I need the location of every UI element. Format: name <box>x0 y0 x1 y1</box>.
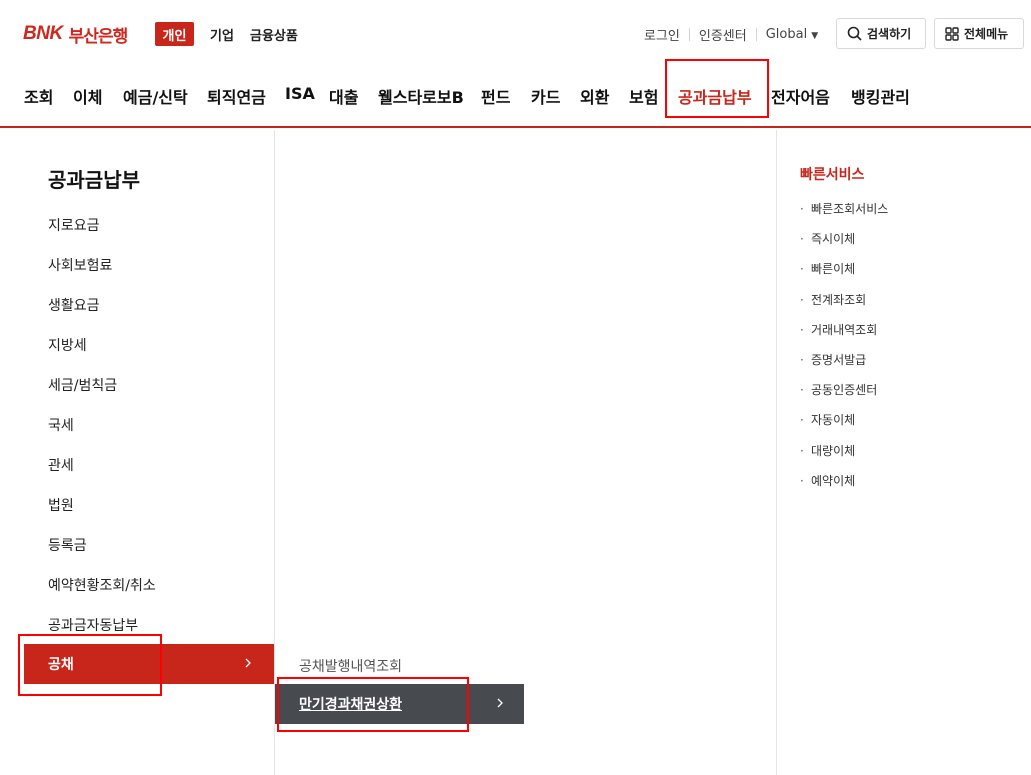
bullet: · <box>800 353 804 367</box>
quick-item-label: 증명서발급 <box>811 353 867 367</box>
gnb-item-pension[interactable]: 퇴직연금 <box>207 84 266 108</box>
quick-service-title: 빠른서비스 <box>800 167 865 183</box>
grid-icon <box>945 26 959 41</box>
quick-item-label: 대량이체 <box>811 444 856 458</box>
gnb-item-insurance[interactable]: 보험 <box>629 84 658 108</box>
segment-personal[interactable]: 개인 <box>155 22 194 46</box>
divider <box>688 27 690 41</box>
sidebar-item-local-tax[interactable]: 지방세 <box>48 335 87 355</box>
gnb-item-e-bill[interactable]: 전자어음 <box>771 84 830 108</box>
gnb-item-fund[interactable]: 펀드 <box>481 84 510 108</box>
login-link[interactable]: 로그인 <box>644 25 680 44</box>
caret-down-icon: ▼ <box>811 30 819 41</box>
quick-item-label: 공동인증센터 <box>811 383 878 397</box>
all-menu-button[interactable]: 전체메뉴 <box>934 18 1024 49</box>
submenu-item-bond-history[interactable]: 공채발행내역조회 <box>299 656 402 676</box>
logo-bank-name: 부산은행 <box>68 26 129 47</box>
gnb-item-loan[interactable]: 대출 <box>329 84 358 108</box>
quick-item-joint-cert[interactable]: · 공동인증센터 <box>800 381 877 398</box>
quick-item-fast-transfer[interactable]: · 빠른이체 <box>800 260 855 277</box>
quick-item-label: 즉시이체 <box>811 232 856 246</box>
bullet: · <box>800 293 804 307</box>
quick-item-all-accounts[interactable]: · 전계좌조회 <box>800 291 866 308</box>
gnb-item-banking-mgmt[interactable]: 뱅킹관리 <box>851 84 910 108</box>
global-link[interactable]: Global ▼ <box>766 27 818 42</box>
quick-item-instant-transfer[interactable]: · 즉시이체 <box>800 230 855 247</box>
bullet: · <box>800 413 804 427</box>
gnb-item-card[interactable]: 카드 <box>531 84 560 108</box>
sidebar-title: 공과금납부 <box>48 168 140 192</box>
bullet: · <box>800 232 804 246</box>
gnb-item-transfer[interactable]: 이체 <box>73 84 102 108</box>
bullet: · <box>800 383 804 397</box>
gnb-item-public-payment[interactable]: 공과금납부 <box>678 84 752 108</box>
chevron-right-icon <box>244 656 252 670</box>
submenu-item-label: 만기경과채권상환 <box>299 697 403 713</box>
quick-item-certificate[interactable]: · 증명서발급 <box>800 351 866 368</box>
global-label: Global <box>765 26 808 42</box>
segment-corporate[interactable]: 기업 <box>210 22 234 46</box>
chevron-right-icon <box>496 696 504 710</box>
sidebar-item-national-tax[interactable]: 국세 <box>48 415 74 435</box>
cert-center-link[interactable]: 인증센터 <box>699 25 747 44</box>
sidebar-item-label: 공채 <box>48 657 74 673</box>
quick-item-label: 예약이체 <box>811 474 856 488</box>
quick-item-label: 자동이체 <box>811 413 856 427</box>
gnb-item-deposit[interactable]: 예금/신탁 <box>123 84 188 108</box>
sidebar-item-social-ins[interactable]: 사회보험료 <box>48 255 112 275</box>
quick-item-label: 빠른이체 <box>811 262 856 276</box>
quick-item-fast-inquiry[interactable]: · 빠른조회서비스 <box>800 200 888 217</box>
all-menu-label: 전체메뉴 <box>964 27 1009 41</box>
search-button-label: 검색하기 <box>867 27 912 41</box>
gnb-item-inquiry[interactable]: 조회 <box>24 84 53 108</box>
bullet: · <box>800 323 804 337</box>
sidebar-item-utility[interactable]: 생활요금 <box>48 295 100 315</box>
bullet: · <box>800 474 804 488</box>
search-icon <box>847 26 862 41</box>
column-divider <box>776 130 777 775</box>
gnb-item-isa[interactable]: ISA <box>285 84 315 103</box>
search-button[interactable]: 검색하기 <box>836 18 926 49</box>
gnb-item-forex[interactable]: 외환 <box>580 84 609 108</box>
sidebar-item-tuition[interactable]: 등록금 <box>48 535 87 555</box>
sidebar-item-giro[interactable]: 지로요금 <box>48 215 100 235</box>
bullet: · <box>800 444 804 458</box>
submenu-item-matured-bond-redemption[interactable]: 만기경과채권상환 <box>275 684 524 724</box>
quick-item-scheduled-transfer[interactable]: · 예약이체 <box>800 472 855 489</box>
main-navigation: 조회 이체 예금/신탁 퇴직연금 ISA 대출 웰스타로보B 펀드 카드 외환 … <box>0 68 1031 128</box>
quick-item-label: 거래내역조회 <box>811 323 878 337</box>
bullet: · <box>800 262 804 276</box>
bullet: · <box>800 202 804 216</box>
top-bar: BNK 부산은행 개인 기업 금융상품 로그인 인증센터 Global ▼ 검색하… <box>0 0 1031 68</box>
quick-item-transactions[interactable]: · 거래내역조회 <box>800 321 877 338</box>
quick-item-label: 빠른조회서비스 <box>811 202 889 216</box>
segment-products[interactable]: 금융상품 <box>250 22 298 46</box>
bnk-logo[interactable]: BNK 부산은행 <box>23 22 129 47</box>
sidebar-item-court[interactable]: 법원 <box>48 495 74 515</box>
sidebar-item-tax-fine[interactable]: 세금/범칙금 <box>48 375 117 395</box>
sidebar-item-auto-payment[interactable]: 공과금자동납부 <box>48 615 138 635</box>
sidebar-item-customs[interactable]: 관세 <box>48 455 74 475</box>
quick-item-bulk-transfer[interactable]: · 대량이체 <box>800 442 855 459</box>
logo-bnk: BNK <box>23 23 63 44</box>
utility-links: 로그인 인증센터 Global ▼ <box>644 25 818 44</box>
column-divider <box>274 130 275 775</box>
quick-item-label: 전계좌조회 <box>811 293 867 307</box>
divider <box>755 27 757 41</box>
sidebar-item-reservation[interactable]: 예약현황조회/취소 <box>48 575 156 595</box>
gnb-item-robo[interactable]: 웰스타로보B <box>378 84 464 108</box>
quick-item-auto-transfer[interactable]: · 자동이체 <box>800 411 855 428</box>
sidebar-item-public-bond[interactable]: 공채 <box>24 644 274 684</box>
